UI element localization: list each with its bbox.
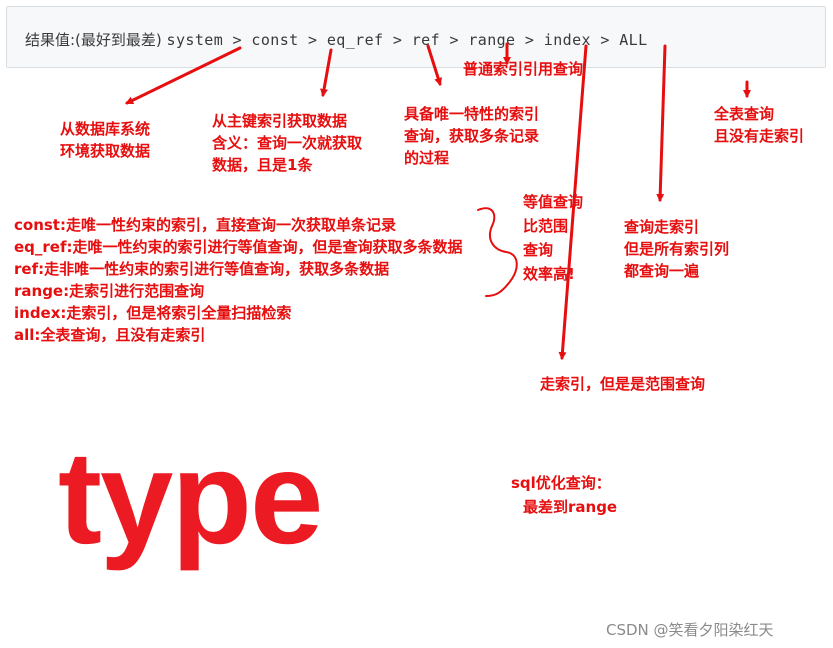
legend-item: eq_ref:走唯一性约束的索引进行等值查询，但是查询获取多条数据 <box>14 238 463 256</box>
legend-item: index:走索引，但是将索引全量扫描检索 <box>14 304 292 322</box>
note-efficiency: 等值查询 比范围 查询 效率高! <box>523 193 584 283</box>
note-optimize: sql优化查询： 最差到range <box>511 474 618 516</box>
legend-item: all:全表查询，且没有走索引 <box>14 326 206 344</box>
note-index: 查询走索引 但是所有索引列 都查询一遍 <box>624 218 730 280</box>
curly-brace <box>477 207 518 297</box>
arrow-const <box>320 48 333 97</box>
arrow-index <box>656 44 667 202</box>
legend-list: const:走唯一性约束的索引，直接查询一次获取单条记录 eq_ref:走唯一性… <box>14 214 463 346</box>
legend-item: const:走唯一性约束的索引，直接查询一次获取单条记录 <box>14 216 396 234</box>
note-system: 从数据库系统 环境获取数据 <box>60 120 151 160</box>
legend-item: range:走索引进行范围查询 <box>14 282 205 300</box>
type-title: type <box>58 424 323 571</box>
note-all: 全表查询 且没有走索引 <box>714 105 805 145</box>
legend-item: ref:走非唯一性约束的索引进行等值查询，获取多条数据 <box>14 260 390 278</box>
note-range: 走索引，但是是范围查询 <box>540 375 706 393</box>
watermark: CSDN @笑看夕阳染红天 <box>606 621 774 639</box>
note-const: 从主键索引获取数据 含义：查询一次就获取 数据，且是1条 <box>212 112 363 174</box>
note-eq-ref: 具备唯一特性的索引 查询，获取多条记录 的过程 <box>404 105 540 167</box>
note-ref: 普通索引引用查询 <box>463 60 584 78</box>
arrow-eq-ref <box>426 44 443 86</box>
arrow-system <box>125 46 242 105</box>
